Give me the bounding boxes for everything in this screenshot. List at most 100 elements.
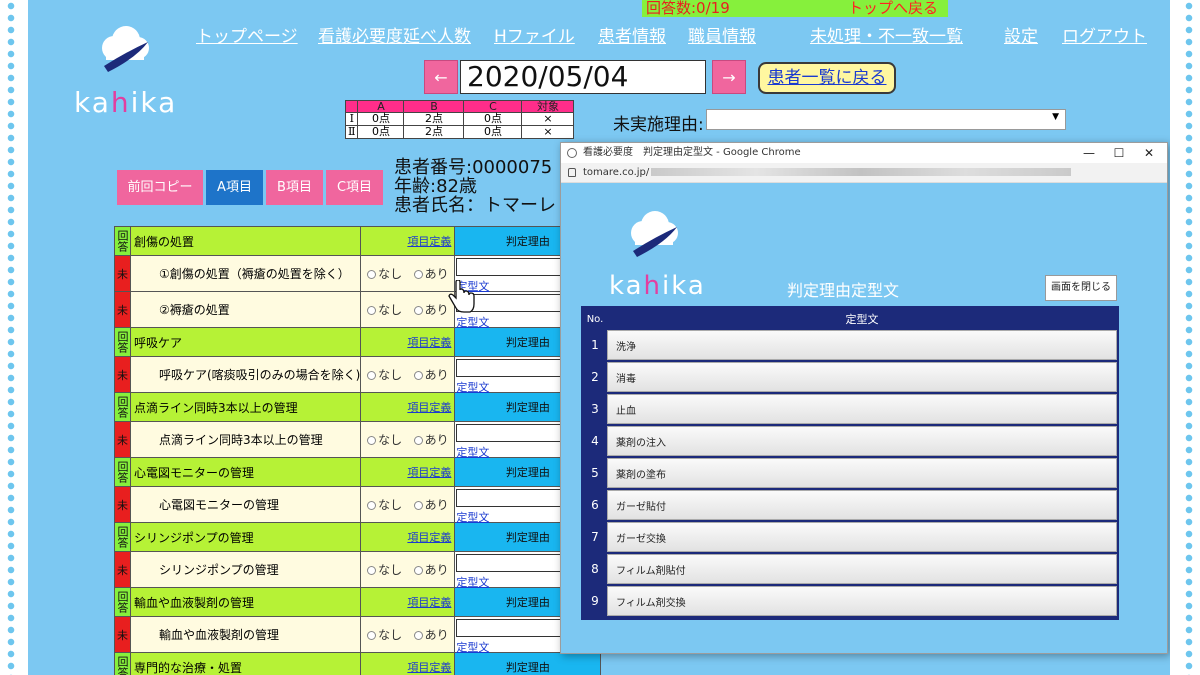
template-no: 9: [583, 586, 607, 616]
close-screen-button[interactable]: 画面を閉じる: [1045, 275, 1117, 301]
radio-icon: [367, 631, 377, 640]
radio-none[interactable]: なし: [367, 628, 402, 642]
score-cell: 0点: [463, 125, 523, 139]
radio-yes[interactable]: あり: [413, 563, 449, 577]
category-row: 回答 創傷の処置 項目定義 判定理由: [114, 226, 602, 256]
tab-b-item[interactable]: B項目: [266, 170, 323, 205]
template-link[interactable]: 定型文: [456, 639, 489, 655]
tab-c-item[interactable]: C項目: [326, 170, 383, 205]
nav-settings[interactable]: 設定: [1004, 22, 1038, 47]
radio-none[interactable]: なし: [367, 368, 402, 382]
category-row: 回答 呼吸ケア 項目定義 判定理由: [114, 327, 602, 357]
unanswered-badge: 未: [114, 291, 131, 328]
category-title: 輸血や血液製剤の管理: [129, 587, 362, 617]
template-no: 5: [583, 458, 607, 488]
radio-yes[interactable]: あり: [413, 267, 449, 281]
template-link[interactable]: 定型文: [456, 574, 489, 590]
answered-badge: 回答: [114, 392, 131, 422]
item-definition-link[interactable]: 項目定義: [407, 466, 451, 479]
template-text-button[interactable]: 薬剤の塗布: [607, 458, 1117, 488]
template-row[interactable]: 2 消毒: [583, 362, 1117, 392]
answered-badge: 回答: [114, 587, 131, 617]
next-date-button[interactable]: →: [712, 60, 746, 94]
cloud-logo-icon: [102, 26, 149, 72]
template-link[interactable]: 定型文: [456, 509, 489, 525]
radio-none[interactable]: なし: [367, 433, 402, 447]
template-row[interactable]: 3 止血: [583, 394, 1117, 424]
item-definition-link[interactable]: 項目定義: [407, 531, 451, 544]
item-definition-link[interactable]: 項目定義: [407, 661, 451, 674]
score-cell: 0点: [357, 125, 405, 139]
item-row: 未心電図モニターの管理 なし あり 定型文: [114, 486, 602, 525]
nav-logout[interactable]: ログアウト: [1062, 22, 1147, 47]
template-text-button[interactable]: 薬剤の注入: [607, 426, 1117, 456]
radio-none[interactable]: なし: [367, 563, 402, 577]
template-text-button[interactable]: ガーゼ交換: [607, 522, 1117, 552]
radio-icon: [367, 270, 377, 279]
nav-top-page[interactable]: トップページ: [196, 22, 298, 47]
item-definition-link[interactable]: 項目定義: [407, 596, 451, 609]
score-cell: ×: [521, 125, 575, 139]
prev-copy-button[interactable]: 前回コピー: [117, 170, 203, 205]
kahika-logo[interactable]: kahika: [74, 20, 175, 120]
template-link[interactable]: 定型文: [456, 314, 489, 330]
template-row[interactable]: 6 ガーゼ貼付: [583, 490, 1117, 520]
popup-title: 判定理由定型文: [787, 281, 900, 300]
template-link[interactable]: 定型文: [456, 444, 489, 460]
nav-nursing-count[interactable]: 看護必要度延べ人数: [318, 22, 471, 47]
item-definition-link[interactable]: 項目定義: [407, 336, 451, 349]
radio-yes[interactable]: あり: [413, 628, 449, 642]
radio-yes[interactable]: あり: [413, 368, 449, 382]
radio-none[interactable]: なし: [367, 498, 402, 512]
nav-patient-info[interactable]: 患者情報: [598, 22, 666, 47]
unimplemented-reason-select[interactable]: ▼: [706, 109, 1066, 130]
unanswered-badge: 未: [114, 356, 131, 393]
tab-a-item[interactable]: A項目: [206, 170, 263, 205]
prev-date-button[interactable]: ←: [424, 60, 458, 94]
main-panel: 回答数:0/19 トップへ戻る kahika トップページ 看護必要度延べ人数 …: [28, 0, 1170, 675]
item-title: ②褥瘡の処置: [129, 291, 362, 328]
nav-unprocessed-list[interactable]: 未処理・不一致一覧: [810, 22, 963, 47]
score-summary-table: A B C 対象 Ⅰ 0点 2点 0点 × Ⅱ 0点 2点 0点 ×: [344, 100, 575, 139]
cloud-logo-icon: [631, 211, 678, 257]
radio-icon: [413, 371, 423, 380]
item-definition-link[interactable]: 項目定義: [407, 235, 451, 248]
template-text-button[interactable]: ガーゼ貼付: [607, 490, 1117, 520]
template-row[interactable]: 7 ガーゼ交換: [583, 522, 1117, 552]
back-to-top-link[interactable]: トップへ戻る: [848, 0, 938, 17]
lock-icon: [568, 168, 576, 177]
minimize-icon[interactable]: —: [1079, 143, 1099, 163]
template-text-button[interactable]: 消毒: [607, 362, 1117, 392]
template-text-button[interactable]: フィルム剤貼付: [607, 554, 1117, 584]
template-row[interactable]: 5 薬剤の塗布: [583, 458, 1117, 488]
template-link[interactable]: 定型文: [456, 379, 489, 395]
nav-staff-info[interactable]: 職員情報: [688, 22, 756, 47]
template-row[interactable]: 9 フィルム剤交換: [583, 586, 1117, 616]
radio-none[interactable]: なし: [367, 267, 402, 281]
unimplemented-reason-label: 未実施理由:: [613, 115, 704, 135]
date-input[interactable]: 2020/05/04: [460, 60, 706, 94]
close-window-icon[interactable]: ✕: [1139, 143, 1159, 163]
nav-h-file[interactable]: Hファイル: [494, 22, 575, 47]
item-definition-link[interactable]: 項目定義: [407, 401, 451, 414]
template-text-button[interactable]: フィルム剤交換: [607, 586, 1117, 616]
radio-yes[interactable]: あり: [413, 433, 449, 447]
template-row[interactable]: 4 薬剤の注入: [583, 426, 1117, 456]
template-row[interactable]: 8 フィルム剤貼付: [583, 554, 1117, 584]
template-text-button[interactable]: 洗浄: [607, 330, 1117, 360]
score-cell: 2点: [403, 125, 465, 139]
item-row: 未 ①創傷の処置（褥瘡の処置を除く） なし あり 定型文: [114, 255, 602, 293]
radio-none[interactable]: なし: [367, 303, 402, 317]
left-decorative-border: [0, 0, 26, 675]
score-cell: 0点: [463, 112, 523, 126]
radio-yes[interactable]: あり: [413, 498, 449, 512]
template-row[interactable]: 1 洗浄: [583, 330, 1117, 360]
radio-yes[interactable]: あり: [413, 303, 449, 317]
score-row-label: Ⅰ: [344, 112, 359, 126]
template-text-button[interactable]: 止血: [607, 394, 1117, 424]
maximize-icon[interactable]: ☐: [1109, 143, 1129, 163]
radio-icon: [367, 306, 377, 315]
score-cell: 2点: [403, 112, 465, 126]
dropdown-caret-icon: ▼: [1052, 112, 1059, 122]
back-to-patient-list-button[interactable]: 患者一覧に戻る: [758, 62, 896, 94]
